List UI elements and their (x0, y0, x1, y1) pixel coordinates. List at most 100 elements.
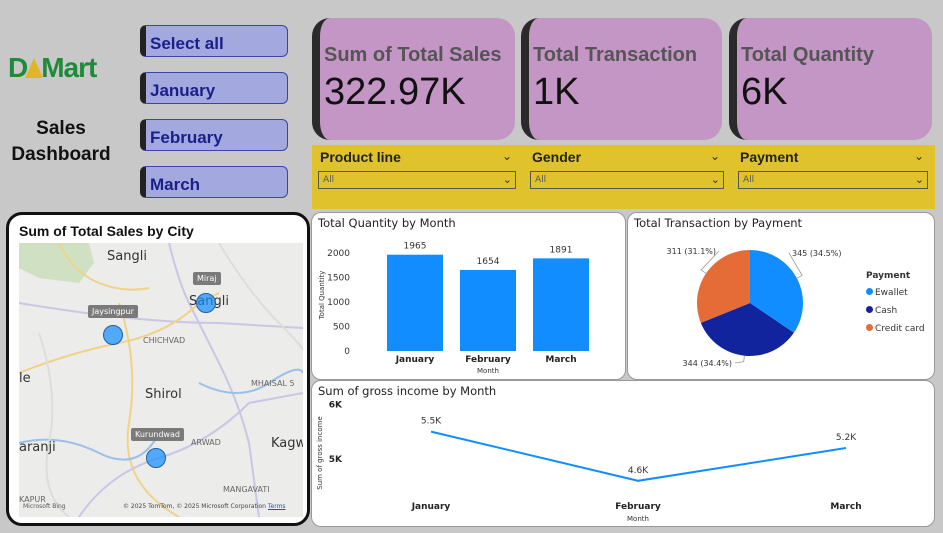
map-place-label: Sangli (107, 249, 147, 264)
chevron-down-icon[interactable]: ⌄ (914, 149, 924, 163)
map-place-label: CHICHVAD (143, 336, 186, 345)
legend-label: Ewallet (875, 288, 908, 298)
kpi-value: 6K (741, 71, 788, 113)
filter-dropdown[interactable]: All ⌄ (530, 171, 724, 189)
x-tick-label: March (830, 502, 861, 512)
map-bubble-jaysingpur[interactable] (103, 325, 123, 345)
map-bubble-miraj[interactable] (196, 293, 216, 313)
x-tick-label: January (395, 355, 435, 365)
slicer-march[interactable]: March (140, 166, 288, 198)
filter-value: All (535, 175, 547, 185)
y-tick-label: 5K (329, 455, 343, 465)
bar-data-label: 1891 (550, 245, 573, 255)
city-tag-kurundwad[interactable]: Kurundwad (131, 428, 184, 441)
slicer-january[interactable]: January (140, 72, 288, 104)
pie-chart-card: Total Transaction by Payment 345 (34.5%)… (627, 212, 935, 380)
filter-gender[interactable]: Gender ⌄ All ⌄ (524, 145, 730, 209)
logo-text-right: Mart (41, 52, 97, 83)
kpi-label: Total Quantity (741, 44, 874, 66)
pie-data-label: 344 (34.4%) (683, 359, 732, 368)
x-axis-label: Month (627, 515, 649, 523)
kpi-total-transaction: Total Transaction 1K (521, 18, 722, 140)
x-tick-label: February (615, 502, 661, 512)
kpi-label: Total Transaction (533, 44, 698, 66)
terms-link[interactable]: Terms (268, 503, 286, 510)
x-tick-label: February (465, 355, 511, 365)
pie-data-label: 345 (34.5%) (792, 249, 841, 258)
legend-dot-icon (866, 288, 873, 295)
bar (460, 269, 516, 351)
map-place-label: MANGAVATI (223, 485, 270, 494)
line-data-label: 5.2K (836, 433, 857, 443)
map-bubble-kurundwad[interactable] (146, 448, 166, 468)
legend-item-ewallet[interactable]: Ewallet (866, 288, 908, 298)
city-tag-miraj[interactable]: Miraj (193, 272, 221, 285)
x-tick-label: March (545, 355, 576, 365)
map-place-label: aranji (19, 440, 56, 455)
y-tick-label: 500 (333, 323, 350, 333)
map-place-label: ARWAD (191, 438, 221, 447)
kpi-total-sales: Sum of Total Sales 322.97K (312, 18, 515, 140)
x-tick-label: January (411, 502, 451, 512)
map-place-label: le (19, 371, 31, 386)
slicer-february[interactable]: February (140, 119, 288, 151)
map-place-label: MHAISAL 5 (251, 379, 295, 388)
y-tick-label: 1500 (327, 274, 350, 284)
bar-data-label: 1654 (477, 257, 500, 267)
filter-title: Product line (320, 149, 401, 165)
line-chart: 6K 5K Sum of gross income 5.5K January 4.6K Fe… (316, 400, 862, 523)
filter-title: Gender (532, 149, 582, 165)
legend-item-cash[interactable]: Cash (866, 306, 897, 316)
kpi-label: Sum of Total Sales (324, 44, 502, 66)
chevron-down-icon: ⌄ (710, 173, 720, 186)
legend-item-credit-card[interactable]: Credit card (866, 324, 925, 334)
dmart-logo: D Mart (8, 52, 118, 86)
y-tick-label: 0 (344, 347, 350, 357)
dashboard-title: Sales Dashboard (11, 118, 111, 165)
filter-dropdown[interactable]: All ⌄ (738, 171, 928, 189)
pie-leader-line (734, 355, 745, 364)
legend-dot-icon (866, 306, 873, 313)
legend-label: Cash (875, 306, 898, 316)
filter-value: All (323, 175, 335, 185)
filter-bar: Product line ⌄ All ⌄ Gender ⌄ All ⌄ Paymen… (312, 145, 935, 209)
bar (533, 258, 589, 351)
line-chart-card: Sum of gross income by Month 6K 5K Sum of … (311, 380, 935, 527)
slicer-select-all[interactable]: Select all (140, 25, 288, 57)
map-card: Sum of Total Sales by City Sangli Sangli… (6, 212, 310, 526)
map-place-label: Kagw (271, 436, 303, 451)
city-tag-jaysingpur[interactable]: Jaysingpur (88, 305, 138, 318)
legend-title: Payment (866, 271, 911, 281)
y-axis-label: Total Quantity (318, 271, 326, 321)
y-tick-label: 1000 (327, 298, 350, 308)
chevron-down-icon[interactable]: ⌄ (502, 149, 512, 163)
bar-chart: 0 500 1000 1500 2000 Total Quantity 1965 Januar… (318, 242, 589, 375)
y-tick-label: 6K (329, 400, 343, 410)
bing-logo: Microsoft Bing (23, 503, 66, 510)
filter-title: Payment (740, 149, 799, 165)
bar-data-label: 1965 (404, 242, 427, 252)
chevron-down-icon: ⌄ (914, 173, 924, 186)
map[interactable]: Sangli Sangli CHICHVAD Shirol MHAISAL 5 … (19, 243, 303, 517)
map-attribution: © 2025 TomTom, © 2025 Microsoft Corporat… (123, 503, 286, 510)
filter-product-line[interactable]: Product line ⌄ All ⌄ (312, 145, 522, 209)
y-tick-label: 2000 (327, 249, 350, 259)
filter-value: All (743, 175, 755, 185)
map-place-label: Shirol (145, 387, 182, 402)
kpi-value: 322.97K (324, 71, 466, 113)
chevron-down-icon[interactable]: ⌄ (710, 149, 720, 163)
chevron-down-icon: ⌄ (502, 173, 512, 186)
kpi-value: 1K (533, 71, 580, 113)
map-title: Sum of Total Sales by City (19, 223, 194, 239)
legend-label: Credit card (875, 324, 925, 334)
kpi-total-quantity: Total Quantity 6K (729, 18, 932, 140)
x-axis-label: Month (477, 367, 499, 375)
filter-dropdown[interactable]: All ⌄ (318, 171, 516, 189)
filter-payment[interactable]: Payment ⌄ All ⌄ (732, 145, 935, 209)
bar-chart-card: Total Quantity by Month 0 500 1000 1500 2000… (311, 212, 626, 380)
legend-dot-icon (866, 324, 873, 331)
line-data-label: 4.6K (628, 466, 649, 476)
attribution-text: © 2025 TomTom, © 2025 Microsoft Corporat… (123, 503, 266, 510)
y-axis-label: Sum of gross income (316, 416, 324, 490)
line-data-label: 5.5K (421, 417, 442, 427)
